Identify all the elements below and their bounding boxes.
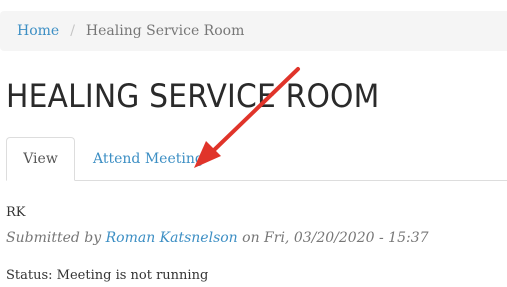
breadcrumb: Home / Healing Service Room <box>0 11 507 51</box>
submitted-info: Submitted by Roman Katsnelson on Fri, 03… <box>6 230 429 246</box>
page-title: HEALING SERVICE ROOM <box>6 77 380 115</box>
breadcrumb-separator: / <box>70 23 75 39</box>
content-title: RK <box>6 205 26 220</box>
submitted-prefix: Submitted by <box>6 230 102 246</box>
meeting-status: Status: Meeting is not running <box>6 268 209 283</box>
tab-attend-meeting[interactable]: Attend Meeting <box>93 137 213 181</box>
breadcrumb-current: Healing Service Room <box>85 23 245 39</box>
breadcrumb-home-link[interactable]: Home <box>17 23 59 39</box>
author-link[interactable]: Roman Katsnelson <box>106 230 238 246</box>
tab-view[interactable]: View <box>6 137 75 181</box>
tabs: View Attend Meeting <box>6 137 507 181</box>
submitted-date: on Fri, 03/20/2020 - 15:37 <box>242 230 429 246</box>
